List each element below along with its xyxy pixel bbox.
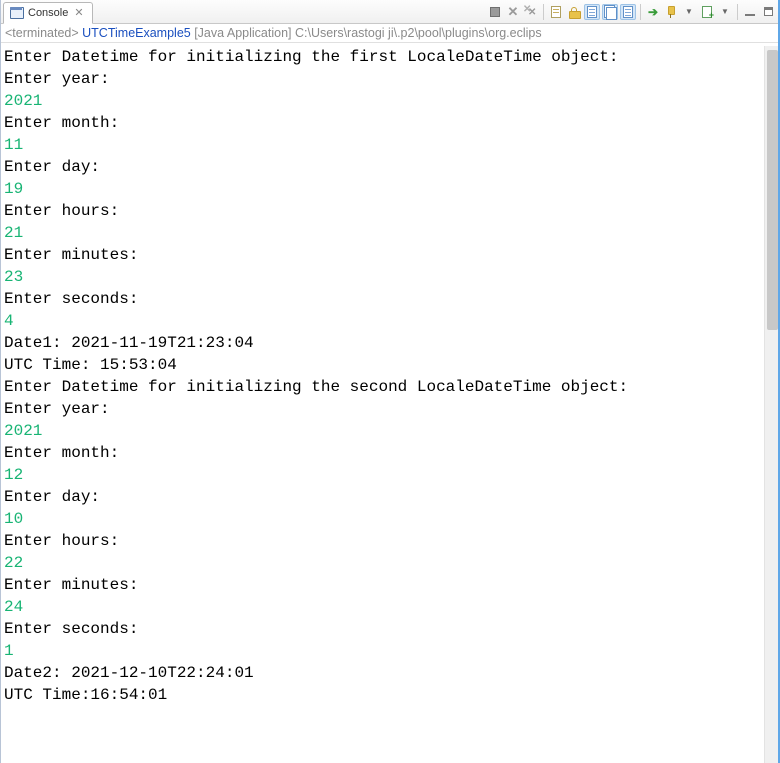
new-console-button[interactable]: + xyxy=(699,4,715,20)
console-output-line: Enter Datetime for initializing the firs… xyxy=(4,46,764,68)
console-output-line: Enter day: xyxy=(4,156,764,178)
console-input-line: 10 xyxy=(4,508,764,530)
launch-status-line: <terminated> UTCTimeExample5 [Java Appli… xyxy=(1,24,780,43)
console-input-line: 24 xyxy=(4,596,764,618)
scrollbar-thumb[interactable] xyxy=(767,50,778,330)
console-input-line: 22 xyxy=(4,552,764,574)
launch-name[interactable]: UTCTimeExample5 xyxy=(82,26,191,40)
console-output-line: Enter hours: xyxy=(4,530,764,552)
maximize-icon xyxy=(764,7,773,16)
separator-icon xyxy=(640,4,641,20)
minimize-button[interactable] xyxy=(742,4,758,20)
new-console-dropdown[interactable]: ▼ xyxy=(717,4,733,20)
console-output-line: Enter day: xyxy=(4,486,764,508)
chevron-down-icon: ▼ xyxy=(685,8,693,16)
console-output-line: Enter month: xyxy=(4,442,764,464)
minimize-icon xyxy=(745,7,755,17)
scroll-lock-button[interactable] xyxy=(566,4,582,20)
launch-path: C:\Users\rastogi ji\.p2\pool\plugins\org… xyxy=(292,26,542,40)
console-input-line: 19 xyxy=(4,178,764,200)
new-document-icon: + xyxy=(702,6,712,18)
console-input-line: 1 xyxy=(4,640,764,662)
separator-icon xyxy=(737,4,738,20)
console-toolbar: ✕ ➔ ▼ + ▼ xyxy=(487,0,780,23)
remove-all-button[interactable] xyxy=(523,4,539,20)
console-output-line: UTC Time: 15:53:04 xyxy=(4,354,764,376)
console-output-line: Enter minutes: xyxy=(4,574,764,596)
open-console-button[interactable]: ➔ xyxy=(645,4,661,20)
document-icon xyxy=(587,6,597,18)
x-icon: ✕ xyxy=(508,5,519,18)
separator-icon xyxy=(543,4,544,20)
display-selected-dropdown[interactable]: ▼ xyxy=(681,4,697,20)
console-output-line: Enter year: xyxy=(4,68,764,90)
console-input-line: 2021 xyxy=(4,90,764,112)
stop-icon xyxy=(490,7,500,17)
pin-console-button[interactable] xyxy=(663,4,679,20)
launch-type: [Java Application] xyxy=(191,26,292,40)
clear-console-button[interactable] xyxy=(548,4,564,20)
console-input-line: 12 xyxy=(4,464,764,486)
pin-icon xyxy=(665,6,677,18)
terminate-button[interactable] xyxy=(487,4,503,20)
console-output-line: Enter seconds: xyxy=(4,618,764,640)
console-input-line: 21 xyxy=(4,222,764,244)
console-output-line: Date2: 2021-12-10T22:24:01 xyxy=(4,662,764,684)
console-output[interactable]: Enter Datetime for initializing the firs… xyxy=(2,46,764,762)
chevron-down-icon: ▼ xyxy=(721,8,729,16)
show-stderr-button[interactable] xyxy=(620,4,636,20)
console-output-line: Enter year: xyxy=(4,398,764,420)
lock-icon xyxy=(569,7,579,17)
console-input-line: 23 xyxy=(4,266,764,288)
word-wrap-button[interactable] xyxy=(584,4,600,20)
maximize-button[interactable] xyxy=(760,4,776,20)
status-prefix: <terminated> xyxy=(5,26,82,40)
console-output-line: Date1: 2021-11-19T21:23:04 xyxy=(4,332,764,354)
console-input-line: 11 xyxy=(4,134,764,156)
console-output-line: UTC Time:16:54:01 xyxy=(4,684,764,706)
double-x-icon xyxy=(524,6,538,18)
tab-console[interactable]: Console ✕ xyxy=(3,2,93,24)
document-icon xyxy=(623,6,633,18)
console-output-line: Enter minutes: xyxy=(4,244,764,266)
remove-launch-button[interactable]: ✕ xyxy=(505,4,521,20)
close-icon[interactable]: ✕ xyxy=(72,8,85,19)
document-stack-icon xyxy=(604,5,616,18)
console-output-line: Enter hours: xyxy=(4,200,764,222)
console-input-line: 2021 xyxy=(4,420,764,442)
page-icon xyxy=(551,6,561,18)
show-stdout-button[interactable] xyxy=(602,4,618,20)
console-output-line: Enter Datetime for initializing the seco… xyxy=(4,376,764,398)
arrow-right-icon: ➔ xyxy=(648,6,658,18)
view-tab-bar: Console ✕ ✕ ➔ ▼ + ▼ xyxy=(1,0,780,24)
tab-label: Console xyxy=(28,7,68,19)
console-output-line: Enter seconds: xyxy=(4,288,764,310)
console-output-line: Enter month: xyxy=(4,112,764,134)
console-icon xyxy=(10,7,24,19)
console-input-line: 4 xyxy=(4,310,764,332)
